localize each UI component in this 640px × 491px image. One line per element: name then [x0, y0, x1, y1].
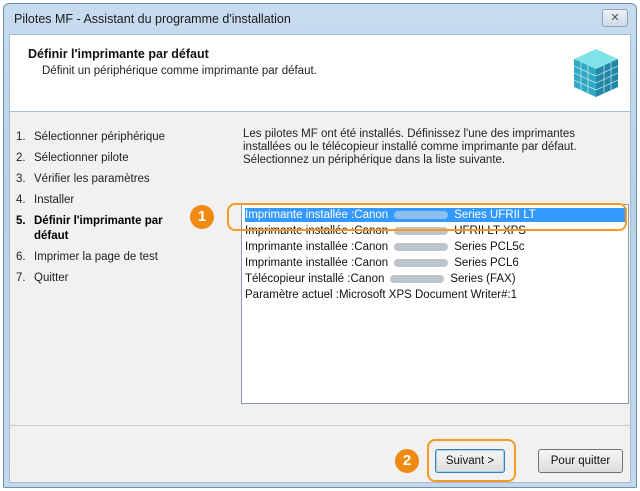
instructions-prompt: Sélectionnez un périphérique dans la lis…: [243, 154, 506, 166]
step-item: 2. Sélectionner pilote: [16, 152, 129, 164]
redacted-model: [394, 258, 449, 267]
quit-button[interactable]: Pour quitter: [538, 449, 623, 473]
callout-badge-2: 2: [395, 449, 419, 473]
step-item: 4. Installer: [16, 194, 75, 206]
instructions: Les pilotes MF ont été installés. Défini…: [243, 128, 583, 167]
redacted-model: [394, 242, 449, 251]
device-list-item[interactable]: Imprimante installée :Canon Series PCL6: [245, 256, 519, 270]
step-item: 1. Sélectionner périphérique: [16, 131, 166, 143]
page-subtitle: Définit un périphérique comme imprimante…: [42, 65, 317, 77]
step-item: 3. Vérifier les paramètres: [16, 173, 150, 185]
redacted-model: [394, 210, 449, 219]
step-item: 6. Imprimer la page de test: [16, 251, 159, 263]
title-bar: Pilotes MF - Assistant du programme d'in…: [4, 4, 636, 34]
device-listbox[interactable]: Imprimante installée :Canon Series UFRII …: [241, 204, 629, 404]
device-list-item[interactable]: Imprimante installée :Canon Series PCL5c: [245, 240, 525, 254]
next-button[interactable]: Suivant >: [435, 449, 505, 473]
wizard-header: Définir l'imprimante par défaut Définit …: [9, 34, 631, 112]
device-list-item-selected[interactable]: Imprimante installée :Canon Series UFRII …: [245, 208, 627, 222]
device-list-item[interactable]: Télécopieur installé :Canon Series (FAX): [245, 272, 516, 286]
step-item: 7. Quitter: [16, 272, 69, 284]
installer-window: Pilotes MF - Assistant du programme d'in…: [3, 3, 637, 488]
wizard-body: 1. Sélectionner périphérique 2. Sélectionn…: [9, 112, 631, 425]
callout-badge-1: 1: [190, 205, 214, 229]
page-title: Définir l'imprimante par défaut: [28, 47, 209, 61]
redacted-model: [394, 226, 449, 235]
window-title: Pilotes MF - Assistant du programme d'in…: [14, 12, 291, 26]
step-item-current: 5. Définir l'imprimante par défaut: [16, 215, 163, 242]
device-list-item[interactable]: Paramètre actuel :Microsoft XPS Document…: [245, 288, 517, 302]
printer-cube-icon: [573, 49, 619, 97]
device-list-item[interactable]: Imprimante installée :Canon UFRII LT XPS: [245, 224, 526, 238]
close-icon[interactable]: ✕: [602, 9, 628, 27]
step-list: 1. Sélectionner périphérique 2. Sélectionn…: [16, 130, 216, 292]
redacted-model: [390, 274, 445, 283]
instructions-text: Les pilotes MF ont été installés. Défini…: [243, 128, 577, 153]
